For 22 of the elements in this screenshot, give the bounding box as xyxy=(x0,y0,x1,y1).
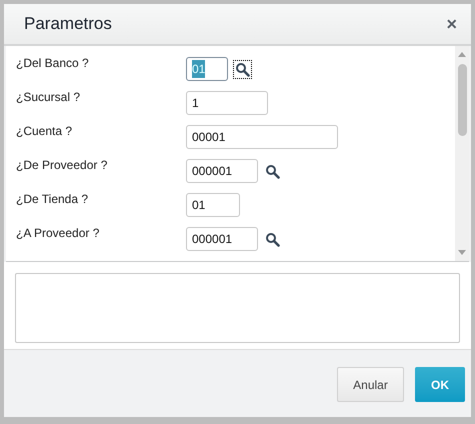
input-field[interactable]: 1 xyxy=(186,91,268,115)
text-area[interactable] xyxy=(15,273,460,343)
field-label: ¿Del Banco ? xyxy=(16,56,89,70)
scroll-down-icon[interactable] xyxy=(458,250,466,255)
scrollbar[interactable] xyxy=(455,46,469,261)
field-label: ¿Sucursal ? xyxy=(16,90,80,104)
input-field[interactable]: 00001 xyxy=(186,125,338,149)
scroll-thumb[interactable] xyxy=(458,64,466,136)
close-button[interactable]: × xyxy=(446,15,457,33)
cancel-button[interactable]: Anular xyxy=(337,367,404,402)
input-field[interactable]: 000001 xyxy=(186,159,258,183)
search-icon[interactable] xyxy=(235,62,250,76)
search-icon[interactable] xyxy=(265,232,280,246)
search-icon[interactable] xyxy=(265,164,280,178)
dialog-title: Parametros xyxy=(24,13,112,36)
field-label: ¿Cuenta ? xyxy=(16,124,72,138)
input-field[interactable]: 000001 xyxy=(186,227,258,251)
scroll-up-icon[interactable] xyxy=(458,52,466,57)
field-label: ¿De Proveedor ? xyxy=(16,158,108,172)
input-field[interactable]: 01 xyxy=(186,193,240,217)
field-label: ¿De Tienda ? xyxy=(16,192,88,206)
field-label: ¿A Proveedor ? xyxy=(16,226,100,240)
